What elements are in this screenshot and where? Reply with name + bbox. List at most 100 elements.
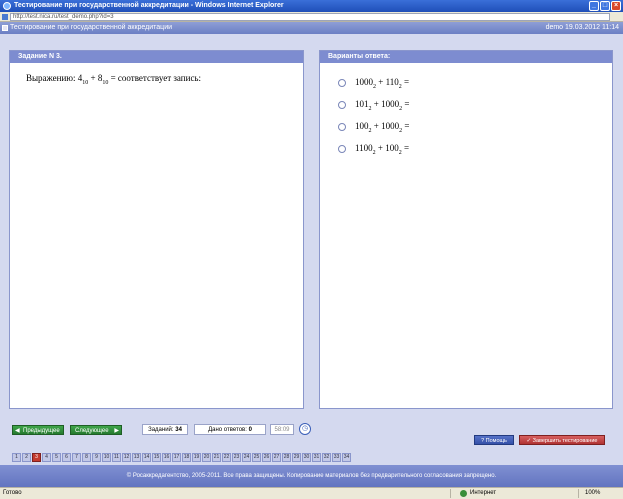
question-number-2[interactable]: 2 <box>22 453 31 462</box>
close-button[interactable]: × <box>611 1 621 11</box>
answers-panel: Варианты ответа: 10002 + 1102 = 1012 + 1… <box>319 50 613 409</box>
question-number-10[interactable]: 10 <box>102 453 111 462</box>
maximize-button[interactable]: □ <box>600 1 610 11</box>
question-part: = соответствует запись: <box>108 73 202 83</box>
answers-value: 0 <box>248 427 252 433</box>
status-text: Готово <box>3 490 22 496</box>
question-number-19[interactable]: 19 <box>192 453 201 462</box>
answer-option-2[interactable]: 1012 + 10002 = <box>338 99 409 112</box>
answer-part: = <box>402 99 410 109</box>
minimize-button[interactable]: _ <box>589 1 599 11</box>
answer-part: 1100 <box>355 143 373 153</box>
answers-count: Дано ответов: 0 <box>194 424 266 435</box>
answer-part: 101 <box>355 99 369 109</box>
next-button[interactable]: Следующее ▶ <box>70 425 122 435</box>
url-field[interactable]: http://test.nica.ru/test_demo.php?id=3 <box>10 13 610 21</box>
question-number-11[interactable]: 11 <box>112 453 121 462</box>
help-button[interactable]: ? Помощь <box>474 435 514 445</box>
answer-part: + 1000 <box>371 99 400 109</box>
question-number-14[interactable]: 14 <box>142 453 151 462</box>
zoom-level[interactable]: 100% <box>585 488 600 499</box>
prev-button[interactable]: ◀ Предыдущее <box>12 425 64 435</box>
arrow-left-icon: ◀ <box>15 428 20 434</box>
zone-label: Интернет <box>470 490 497 496</box>
question-number-18[interactable]: 18 <box>182 453 191 462</box>
app-header: Тестирование при государственной аккреди… <box>0 22 623 34</box>
question-number-cells: 1 2 3 4 5 6 7 8 9 10 11 12 13 14 15 16 17 18 19 20 21 22 23 24 2… <box>12 453 352 462</box>
tasks-value: 34 <box>175 427 182 433</box>
answer-part: = <box>401 77 410 87</box>
finish-button[interactable]: ✓ Завершить тестирование <box>519 435 605 445</box>
timer: 58:09 <box>270 424 294 435</box>
answers-label: Дано ответов: <box>208 427 249 433</box>
question-number-12[interactable]: 12 <box>122 453 131 462</box>
question-number-7[interactable]: 7 <box>72 453 81 462</box>
page-icon <box>2 14 8 20</box>
answer-option-3[interactable]: 1002 + 10002 = <box>338 121 409 134</box>
answer-option-4[interactable]: 11002 + 1002 = <box>338 143 409 156</box>
ie-logo-icon <box>3 2 11 10</box>
question-number-15[interactable]: 15 <box>152 453 161 462</box>
question-number-1[interactable]: 1 <box>12 453 21 462</box>
question-number-3[interactable]: 3 <box>32 453 41 462</box>
question-number-26[interactable]: 26 <box>262 453 271 462</box>
question-number-33[interactable]: 33 <box>332 453 341 462</box>
next-label: Следующее <box>75 428 109 434</box>
tasks-count: Заданий: 34 <box>142 424 188 435</box>
internet-zone: Интернет <box>460 488 496 499</box>
answer-part: + 1000 <box>371 121 400 131</box>
question-number-17[interactable]: 17 <box>172 453 181 462</box>
radio-button[interactable] <box>338 100 346 109</box>
clock-icon: ◷ <box>299 423 311 435</box>
question-number-25[interactable]: 25 <box>252 453 261 462</box>
question-number-34[interactable]: 34 <box>342 453 351 462</box>
question-panel: Задание N 3. Выражению: 410 + 810 = соот… <box>9 50 304 409</box>
question-number-28[interactable]: 28 <box>282 453 291 462</box>
question-number-5[interactable]: 5 <box>52 453 61 462</box>
window-titlebar: Тестирование при государственной аккреди… <box>0 0 623 12</box>
question-number-29[interactable]: 29 <box>292 453 301 462</box>
question-number-8[interactable]: 8 <box>82 453 91 462</box>
answer-part: + 100 <box>375 143 399 153</box>
question-text: Выражению: 410 + 810 = соответствует зап… <box>10 63 303 86</box>
window-title: Тестирование при государственной аккреди… <box>14 2 284 9</box>
question-number-4[interactable]: 4 <box>42 453 51 462</box>
question-number-27[interactable]: 27 <box>272 453 281 462</box>
radio-button[interactable] <box>338 122 346 131</box>
user-info: demo 19.03.2012 11:14 <box>545 24 619 31</box>
globe-icon <box>460 490 467 497</box>
tasks-label: Заданий: <box>148 427 176 433</box>
question-number-16[interactable]: 16 <box>162 453 171 462</box>
answer-part: 100 <box>355 121 369 131</box>
tab-icon <box>2 25 8 31</box>
prev-label: Предыдущее <box>23 428 60 434</box>
question-number-24[interactable]: 24 <box>242 453 251 462</box>
footer: © Росаккредагентство, 2005-2011. Все пра… <box>0 465 623 487</box>
window-controls: _ □ × <box>589 1 621 11</box>
question-number-23[interactable]: 23 <box>232 453 241 462</box>
question-number-22[interactable]: 22 <box>222 453 231 462</box>
arrow-right-icon: ▶ <box>114 428 119 434</box>
question-number-32[interactable]: 32 <box>322 453 331 462</box>
status-separator <box>578 489 579 498</box>
answer-part: = <box>401 143 410 153</box>
question-number-21[interactable]: 21 <box>212 453 221 462</box>
question-number-20[interactable]: 20 <box>202 453 211 462</box>
address-bar: http://test.nica.ru/test_demo.php?id=3 <box>0 12 623 22</box>
status-separator <box>450 489 451 498</box>
question-number-strip: 1 2 3 4 5 6 7 8 9 10 11 12 13 14 15 16 17 18 19 20 21 22 23 24 2… <box>0 449 623 465</box>
app-title: Тестирование при государственной аккреди… <box>10 24 173 31</box>
question-number-9[interactable]: 9 <box>92 453 101 462</box>
question-part: Выражению: 4 <box>26 73 83 83</box>
question-header: Задание N 3. <box>10 51 303 63</box>
answer-option-1[interactable]: 10002 + 1102 = <box>338 77 409 90</box>
radio-button[interactable] <box>338 144 346 153</box>
question-number-13[interactable]: 13 <box>132 453 141 462</box>
question-number-6[interactable]: 6 <box>62 453 71 462</box>
question-number-30[interactable]: 30 <box>302 453 311 462</box>
question-number-31[interactable]: 31 <box>312 453 321 462</box>
status-bar: Готово Интернет 100% <box>0 487 623 499</box>
radio-button[interactable] <box>338 78 346 87</box>
finish-label: Завершить тестирование <box>532 438 598 444</box>
answer-part: + 110 <box>376 77 399 87</box>
